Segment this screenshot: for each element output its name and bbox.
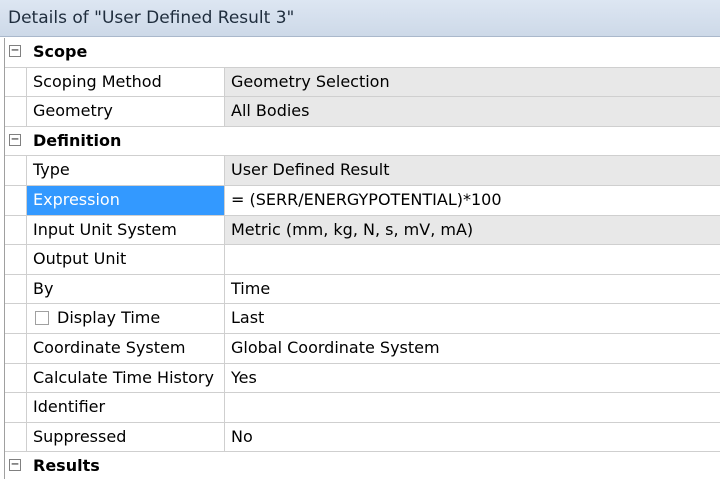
property-row-expression[interactable]: Expression = (SERR/ENERGYPOTENTIAL)*100 <box>5 186 720 216</box>
row-gutter <box>5 215 27 245</box>
property-value[interactable]: Metric (mm, kg, N, s, mV, mA) <box>225 215 720 245</box>
property-name[interactable]: Scoping Method <box>27 67 225 97</box>
row-gutter <box>5 156 27 185</box>
property-name[interactable]: Geometry <box>27 97 225 126</box>
property-value[interactable]: Time <box>225 275 720 304</box>
property-name[interactable]: Calculate Time History <box>27 363 225 393</box>
property-value[interactable] <box>225 245 720 274</box>
collapse-toggle-icon[interactable]: − <box>9 133 21 146</box>
details-panel-title: Details of "User Defined Result 3" <box>8 8 295 28</box>
property-value[interactable] <box>225 393 720 422</box>
details-panel-titlebar: Details of "User Defined Result 3" <box>0 0 720 37</box>
property-value[interactable]: No <box>225 423 720 452</box>
property-value[interactable]: Geometry Selection <box>225 67 720 97</box>
property-value-expression[interactable]: = (SERR/ENERGYPOTENTIAL)*100 <box>225 186 720 215</box>
property-row-output-unit[interactable]: Output Unit <box>5 245 720 275</box>
property-row-coordinate-system[interactable]: Coordinate System Global Coordinate Syst… <box>5 334 720 364</box>
property-value[interactable]: Global Coordinate System <box>225 334 720 363</box>
property-row-calculate-time-history[interactable]: Calculate Time History Yes <box>5 363 720 394</box>
property-row-suppressed[interactable]: Suppressed No <box>5 422 720 453</box>
row-gutter <box>5 334 27 363</box>
row-gutter <box>5 363 27 393</box>
property-name[interactable]: Display Time <box>27 304 225 333</box>
row-gutter <box>5 393 27 422</box>
group-header-definition[interactable]: − Definition <box>5 127 720 157</box>
property-row-geometry[interactable]: Geometry All Bodies <box>5 97 720 127</box>
row-gutter <box>5 186 27 215</box>
property-row-display-time[interactable]: Display Time Last <box>5 304 720 334</box>
row-gutter <box>5 274 27 304</box>
property-name[interactable]: Coordinate System <box>27 334 225 363</box>
row-gutter <box>5 67 27 97</box>
property-row-scoping-method[interactable]: Scoping Method Geometry Selection <box>5 67 720 98</box>
property-row-by[interactable]: By Time <box>5 274 720 305</box>
collapse-toggle-icon[interactable]: − <box>9 458 21 472</box>
details-grid: − Scope Scoping Method Geometry Selectio… <box>4 38 720 479</box>
group-label-definition: Definition <box>33 130 122 150</box>
property-value[interactable]: Last <box>225 304 720 333</box>
row-gutter <box>5 304 27 333</box>
property-name[interactable]: Output Unit <box>27 245 225 274</box>
property-name[interactable]: Identifier <box>27 393 225 422</box>
property-name[interactable]: Suppressed <box>27 422 225 452</box>
group-label-results: Results <box>33 456 100 476</box>
group-header-scope[interactable]: − Scope <box>5 38 720 68</box>
property-row-type[interactable]: Type User Defined Result <box>5 156 720 186</box>
row-gutter <box>5 245 27 274</box>
row-gutter <box>5 97 27 126</box>
group-label-scope: Scope <box>33 42 88 61</box>
property-name[interactable]: Type <box>27 156 225 185</box>
property-value[interactable]: User Defined Result <box>225 156 720 185</box>
group-header-results[interactable]: − Results <box>5 452 720 482</box>
collapse-toggle-icon[interactable]: − <box>9 44 21 57</box>
property-value[interactable]: Yes <box>225 364 720 393</box>
row-gutter <box>5 422 27 452</box>
property-name[interactable]: Input Unit System <box>27 215 225 245</box>
property-row-identifier[interactable]: Identifier <box>5 393 720 423</box>
property-name[interactable]: By <box>27 274 225 304</box>
property-name-selected[interactable]: Expression <box>27 186 225 215</box>
property-row-input-unit-system[interactable]: Input Unit System Metric (mm, kg, N, s, … <box>5 215 720 246</box>
property-value[interactable]: All Bodies <box>225 97 720 126</box>
